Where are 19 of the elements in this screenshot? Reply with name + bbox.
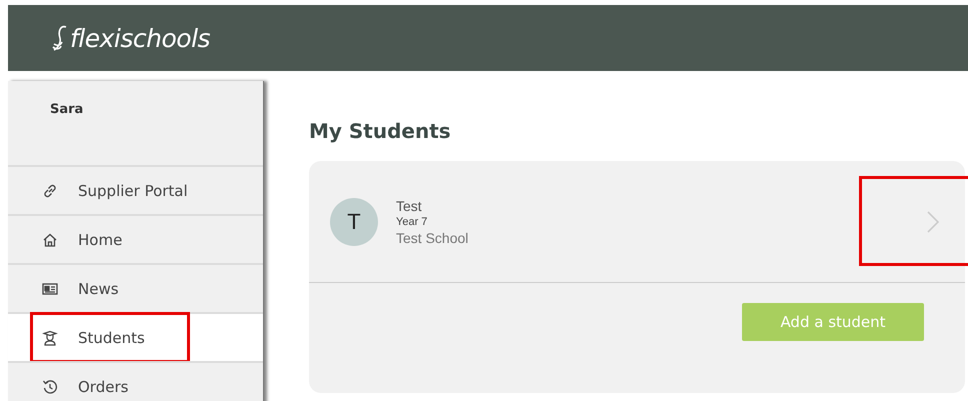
sidebar-item[interactable]: Supplier Portal (8, 165, 263, 214)
sidebar-item[interactable]: News (8, 263, 263, 312)
chevron-right-icon[interactable] (927, 210, 939, 232)
student-row[interactable]: T Test Year 7 Test School (309, 161, 965, 282)
flexischools-logo[interactable]: flexischools (70, 24, 210, 52)
newspaper-icon (42, 282, 58, 296)
sidebar-item[interactable]: Home (8, 214, 263, 263)
sidebar-item[interactable]: Students (8, 312, 263, 361)
history-icon (42, 378, 58, 394)
sidebar-item[interactable]: Orders (8, 361, 263, 401)
student-name: Test (396, 198, 423, 214)
page-title: My Students (309, 119, 452, 143)
student-year: Year 7 (396, 216, 428, 228)
student-school: Test School (396, 230, 470, 246)
student-avatar: T (330, 198, 378, 246)
graduate-icon (42, 330, 58, 346)
home-icon (42, 232, 58, 248)
user-name: Sara (49, 101, 84, 119)
link-icon (42, 182, 58, 198)
